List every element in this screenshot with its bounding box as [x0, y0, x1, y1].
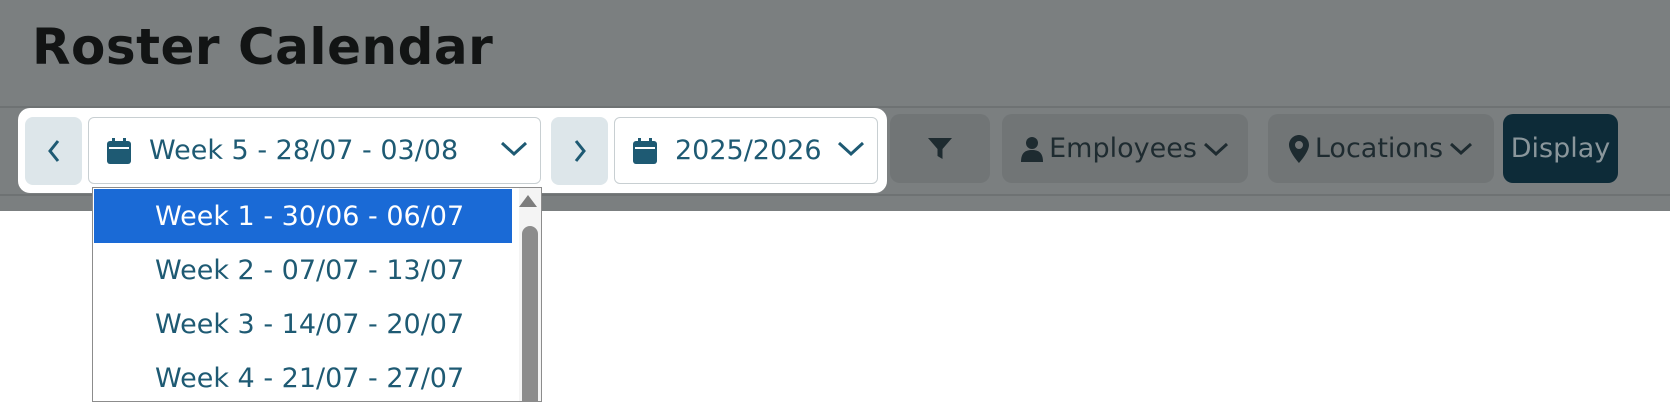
chevron-left-icon [47, 140, 59, 162]
year-select[interactable]: 2025/2026 [614, 117, 878, 184]
week-select[interactable]: Week 5 - 28/07 - 03/08 [88, 117, 541, 184]
calendar-icon [633, 137, 657, 164]
scrollbar-thumb[interactable] [522, 226, 538, 401]
filter-button[interactable] [890, 114, 990, 183]
page-title: Roster Calendar [32, 18, 494, 76]
chevron-down-icon [837, 140, 865, 158]
user-icon [1021, 136, 1044, 162]
display-label: Display [1510, 133, 1611, 164]
week-option[interactable]: Week 2 - 07/07 - 13/07 [94, 243, 512, 297]
employees-label: Employees [1049, 133, 1197, 164]
locations-button[interactable]: Locations [1268, 114, 1494, 183]
week-select-value: Week 5 - 28/07 - 03/08 [149, 135, 459, 166]
week-dropdown-list: Week 1 - 30/06 - 06/07 Week 2 - 07/07 - … [92, 187, 542, 402]
next-week-button[interactable] [551, 117, 608, 185]
week-option[interactable]: Week 4 - 21/07 - 27/07 [94, 351, 512, 401]
location-pin-icon [1288, 134, 1309, 163]
week-option[interactable]: Week 1 - 30/06 - 06/07 [94, 189, 512, 243]
chevron-right-icon [574, 140, 586, 162]
filter-icon [928, 137, 952, 159]
display-button[interactable]: Display [1503, 114, 1618, 183]
dropdown-scrollbar[interactable] [519, 188, 541, 401]
year-select-value: 2025/2026 [675, 135, 822, 166]
scroll-up-arrow-icon[interactable] [519, 195, 537, 207]
employees-button[interactable]: Employees [1002, 114, 1248, 183]
calendar-icon [107, 137, 131, 164]
week-option[interactable]: Week 3 - 14/07 - 20/07 [94, 297, 512, 351]
chevron-down-icon [1203, 142, 1228, 156]
chevron-down-icon [500, 140, 528, 158]
previous-week-button[interactable] [25, 117, 82, 185]
locations-label: Locations [1314, 133, 1444, 164]
chevron-down-icon [1450, 142, 1473, 155]
